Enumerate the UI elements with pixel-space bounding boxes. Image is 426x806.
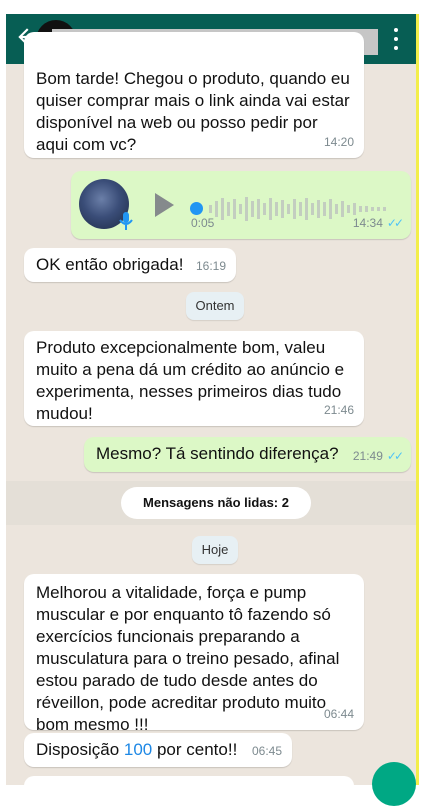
unread-divider: Mensagens não lidas: 2 (6, 481, 416, 525)
message-text: Melhorou a vitalidade, força e pump musc… (36, 583, 340, 734)
message-time: 06:44 (323, 707, 354, 721)
date-chip-ontem: Ontem (186, 292, 244, 320)
scroll-down-button[interactable] (372, 762, 416, 806)
read-ticks-icon: ✓✓ (386, 216, 404, 230)
voice-duration: 0:05 (191, 216, 215, 230)
read-ticks-icon: ✓✓ (386, 449, 404, 463)
chat-window: Bom tarde! Chegou o produto, quando eu q… (6, 14, 419, 785)
message-time: 14:34 ✓✓ (352, 216, 404, 230)
message-incoming[interactable]: Disposição 100 por cento!! 06:45 (24, 733, 292, 767)
menu-icon[interactable] (394, 28, 400, 50)
message-text: Bom tarde! Chegou o produto, quando eu q… (36, 69, 350, 154)
message-incoming[interactable]: Bom tarde! Chegou o produto, quando eu q… (24, 32, 364, 158)
message-incoming[interactable]: OK então obrigada! 16:19 (24, 248, 236, 282)
next-message-edge (24, 776, 354, 785)
microphone-icon (119, 212, 133, 230)
unread-messages-label: Mensagens não lidas: 2 (121, 487, 311, 519)
play-icon[interactable] (153, 192, 175, 218)
voice-message-outgoing[interactable]: 0:05 14:34 ✓✓ (71, 171, 411, 239)
message-time: 14:20 (323, 135, 354, 149)
date-chip-hoje: Hoje (192, 536, 238, 564)
message-outgoing[interactable]: Mesmo? Tá sentindo diferença? 21:49 ✓✓ (84, 437, 411, 472)
message-incoming[interactable]: Produto excepcionalmente bom, valeu muit… (24, 331, 364, 426)
message-time: 16:19 (195, 259, 226, 273)
message-incoming[interactable]: Melhorou a vitalidade, força e pump musc… (24, 574, 364, 734)
message-time: 21:49 ✓✓ (352, 449, 404, 463)
highlighted-number[interactable]: 100 (124, 740, 152, 759)
message-time: 06:45 (251, 744, 282, 758)
message-time: 21:46 (323, 403, 354, 417)
message-text: Produto excepcionalmente bom, valeu muit… (36, 338, 345, 423)
message-text: Disposição 100 por cento!! (36, 740, 238, 759)
